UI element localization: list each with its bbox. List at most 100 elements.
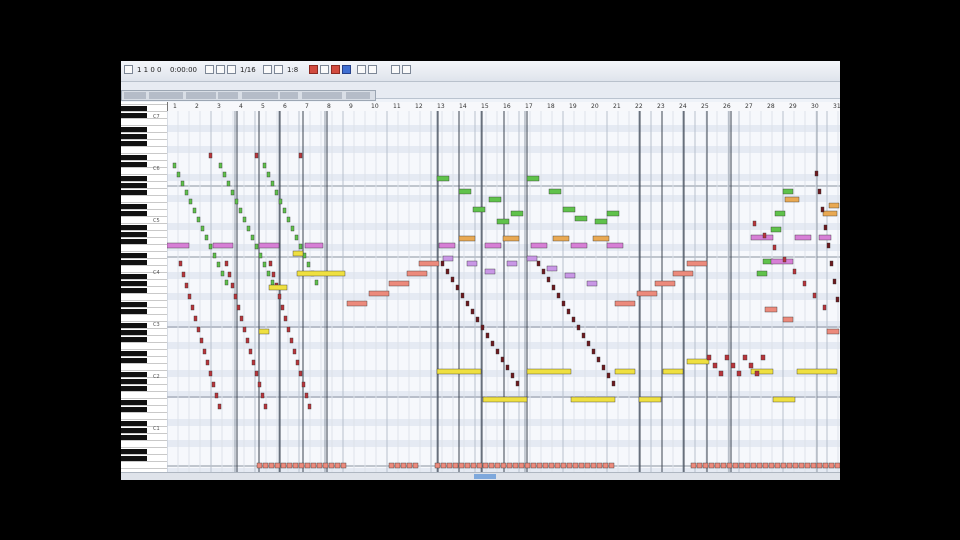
midi-note[interactable] [738,462,745,469]
midi-note[interactable] [227,271,232,278]
white-key[interactable] [121,377,167,378]
midi-note[interactable] [786,462,793,469]
midi-note[interactable] [196,326,201,333]
midi-note[interactable] [500,356,505,363]
midi-note[interactable] [442,255,454,262]
midi-note[interactable] [792,268,797,275]
black-key[interactable] [121,309,147,314]
midi-note[interactable] [561,300,566,307]
piano-keyboard[interactable]: C7 C6 C5 C4 C3 C2 C1 [121,102,168,474]
white-key[interactable] [121,405,167,406]
midi-note[interactable] [686,358,710,365]
black-key[interactable] [121,225,147,230]
midi-note[interactable] [464,462,471,469]
midi-note[interactable] [446,462,453,469]
midi-note[interactable] [566,462,573,469]
white-key[interactable] [121,160,167,161]
midi-note[interactable] [764,306,778,313]
midi-note[interactable] [782,256,787,263]
midi-note[interactable] [262,462,269,469]
midi-note[interactable] [736,370,742,377]
midi-note[interactable] [388,280,410,287]
midi-note[interactable] [608,462,615,469]
midi-note[interactable] [172,162,177,169]
midi-note[interactable] [180,180,185,187]
midi-note[interactable] [200,225,205,232]
midi-note[interactable] [702,462,709,469]
midi-note[interactable] [434,462,441,469]
midi-note[interactable] [774,462,781,469]
white-key[interactable] [121,223,167,224]
midi-note[interactable] [274,462,281,469]
midi-note[interactable] [438,242,456,249]
midi-note[interactable] [754,370,760,377]
segment-block[interactable] [280,92,298,99]
black-key[interactable] [121,232,147,237]
midi-note[interactable] [596,462,603,469]
midi-note[interactable] [476,462,483,469]
black-key[interactable] [121,211,147,216]
white-key[interactable] [121,419,167,420]
midi-note[interactable] [510,372,515,379]
midi-note[interactable] [548,462,555,469]
white-key[interactable] [121,111,167,112]
midi-note[interactable] [718,370,724,377]
midi-note[interactable] [784,196,800,203]
midi-note[interactable] [496,218,510,225]
midi-note[interactable] [296,270,346,277]
white-key[interactable] [121,328,167,329]
black-key[interactable] [121,386,147,391]
midi-note[interactable] [762,232,767,239]
midi-note[interactable] [254,370,259,377]
midi-note[interactable] [388,462,395,469]
midi-note[interactable] [690,462,697,469]
midi-note[interactable] [822,210,838,217]
midi-note[interactable] [614,368,636,375]
midi-note[interactable] [548,188,562,195]
midi-note[interactable] [794,234,812,241]
black-key[interactable] [121,106,147,111]
midi-note[interactable] [322,462,329,469]
midi-note[interactable] [310,462,317,469]
white-key[interactable] [121,363,167,364]
black-key[interactable] [121,337,147,342]
black-key[interactable] [121,183,147,188]
midi-note[interactable] [730,362,736,369]
mute-icon[interactable] [331,65,340,74]
midi-note[interactable] [541,268,546,275]
midi-note[interactable] [224,279,229,286]
midi-note[interactable] [495,348,500,355]
pointer-tool-icon[interactable] [205,65,214,74]
midi-note[interactable] [263,403,268,410]
midi-note[interactable] [452,462,459,469]
midi-note[interactable] [482,462,489,469]
midi-note[interactable] [814,170,819,177]
midi-note[interactable] [460,292,465,299]
midi-note[interactable] [193,315,198,322]
midi-note[interactable] [551,284,556,291]
midi-note[interactable] [826,242,831,249]
midi-note[interactable] [536,260,541,267]
zoom-select[interactable]: 1:8 [287,64,298,76]
midi-note[interactable] [638,396,662,403]
midi-note[interactable] [242,216,247,223]
midi-note[interactable] [706,354,712,361]
midi-note[interactable] [772,396,796,403]
black-key[interactable] [121,435,147,440]
white-key[interactable] [121,104,167,105]
midi-note[interactable] [484,268,496,275]
midi-note[interactable] [796,368,838,375]
midi-note[interactable] [542,462,549,469]
midi-note[interactable] [400,462,407,469]
midi-note[interactable] [184,189,189,196]
midi-note[interactable] [190,304,195,311]
midi-note[interactable] [564,272,576,279]
midi-note[interactable] [756,270,768,277]
white-key[interactable] [121,398,167,399]
midi-note[interactable] [832,278,837,285]
solo-icon[interactable] [342,65,351,74]
white-key[interactable] [121,321,167,322]
midi-note[interactable] [782,316,794,323]
midi-note[interactable] [594,218,608,225]
midi-note[interactable] [614,300,636,307]
